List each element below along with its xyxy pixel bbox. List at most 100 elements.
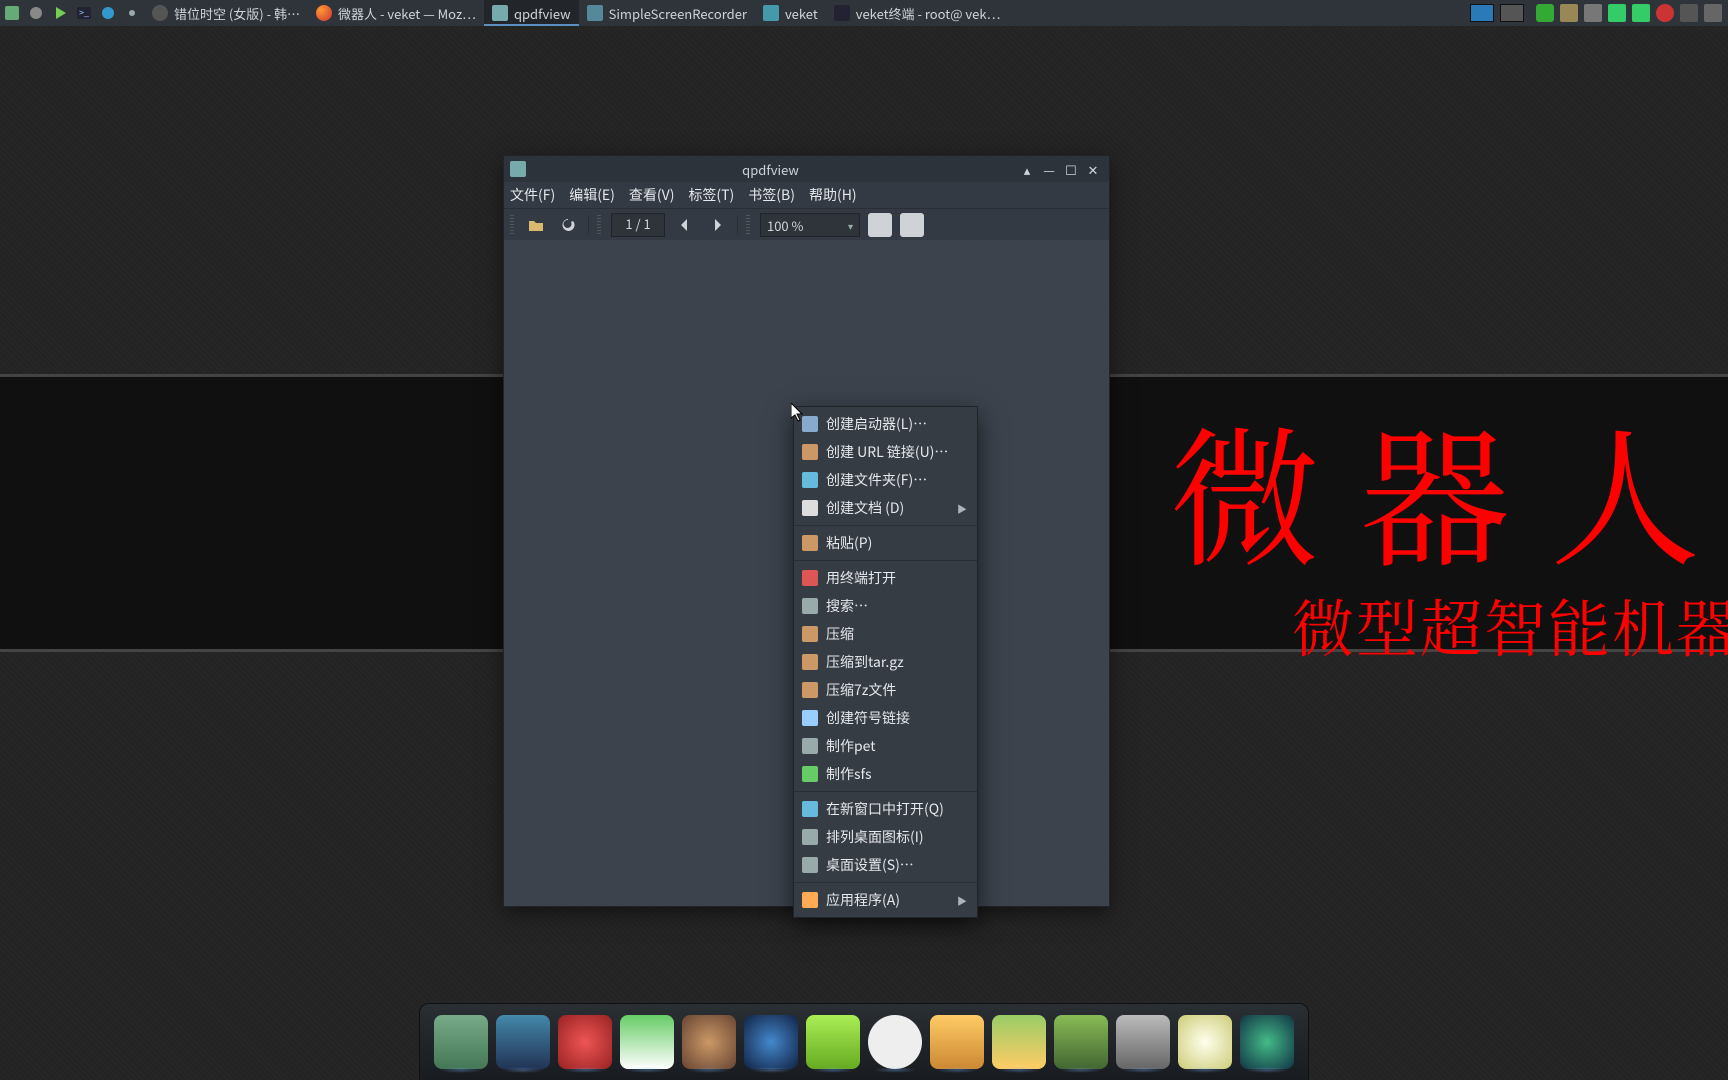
apps-icon: [802, 892, 818, 908]
task-filemanager[interactable]: veket: [755, 0, 826, 26]
ctx-folder[interactable]: 创建文件夹(F)…: [794, 466, 977, 494]
maximize-button[interactable]: ☐: [1061, 159, 1081, 179]
dock-tux[interactable]: [868, 1015, 922, 1069]
desktop-context-menu: 创建启动器(L)… 创建 URL 链接(U)…创建文件夹(F)…创建文档 (D)▶…: [793, 406, 978, 918]
toolbar-grip[interactable]: [746, 215, 750, 235]
toolbar-grip[interactable]: [510, 215, 514, 235]
ctx-link[interactable]: 创建 URL 链接(U)…: [794, 438, 977, 466]
dock-paint[interactable]: [620, 1015, 674, 1069]
firefox-icon: [316, 5, 332, 21]
ctx-separator: [794, 560, 977, 561]
task-music[interactable]: 错位时空 (女版) - 韩…: [144, 0, 308, 26]
open-button[interactable]: [524, 213, 548, 237]
task-firefox[interactable]: 微器人 - veket — Moz…: [308, 0, 484, 26]
prev-page-button[interactable]: [673, 213, 697, 237]
dock-brightness[interactable]: [1178, 1015, 1232, 1069]
clipboard-icon[interactable]: [1560, 4, 1578, 22]
ctx-label: 桌面设置(S)…: [826, 855, 914, 875]
ctx-launcher[interactable]: 创建启动器(L)…: [794, 410, 977, 438]
task-qpdfview[interactable]: qpdfview: [484, 0, 579, 26]
task-ssr[interactable]: SimpleScreenRecorder: [579, 0, 755, 26]
battery-icon[interactable]: [1632, 4, 1650, 22]
menu-tabs[interactable]: 标签(T): [688, 185, 734, 205]
panel-launcher-apps[interactable]: [1, 2, 23, 24]
dock-office[interactable]: [992, 1015, 1046, 1069]
ctx-label: 创建文档 (D): [826, 498, 904, 518]
ctx-label: 制作sfs: [826, 764, 872, 784]
ctx-label: 在新窗口中打开(Q): [826, 799, 944, 819]
lang-icon[interactable]: [1680, 4, 1698, 22]
zoom-select[interactable]: 100 %▾: [760, 213, 860, 237]
menu-edit[interactable]: 编辑(E): [569, 185, 615, 205]
ctx-term[interactable]: 用终端打开: [794, 564, 977, 592]
task-terminal[interactable]: veket终端 - root@ vek…: [826, 0, 1009, 26]
menu-file[interactable]: 文件(F): [510, 185, 555, 205]
ctx-sfs[interactable]: 制作sfs: [794, 760, 977, 788]
ctx-targz[interactable]: 压缩到tar.gz: [794, 648, 977, 676]
ctx-apps[interactable]: 应用程序(A)▶: [794, 886, 977, 914]
close-button[interactable]: ✕: [1083, 159, 1103, 179]
page-input[interactable]: 1 / 1: [611, 213, 665, 237]
dock: [419, 1003, 1309, 1080]
task-label: SimpleScreenRecorder: [609, 4, 747, 23]
ctx-label: 粘贴(P): [826, 533, 872, 553]
ctx-separator: [794, 525, 977, 526]
shield-icon[interactable]: [1536, 4, 1554, 22]
dock-audio[interactable]: [744, 1015, 798, 1069]
7z-icon: [802, 682, 818, 698]
ctx-search[interactable]: 搜索…: [794, 592, 977, 620]
folder-icon: [763, 5, 779, 21]
ctx-pack[interactable]: 压缩: [794, 620, 977, 648]
ctx-label: 压缩到tar.gz: [826, 652, 904, 672]
ctx-pet[interactable]: 制作pet: [794, 732, 977, 760]
ctx-sort[interactable]: 排列桌面图标(I): [794, 823, 977, 851]
menu-help[interactable]: 帮助(H): [809, 185, 857, 205]
panel-launcher-terminal[interactable]: >_: [73, 2, 95, 24]
dock-strawberry[interactable]: [558, 1015, 612, 1069]
next-page-button[interactable]: [705, 213, 729, 237]
dock-camera[interactable]: [1240, 1015, 1294, 1069]
dock-files[interactable]: [434, 1015, 488, 1069]
ctx-paste[interactable]: 粘贴(P): [794, 529, 977, 557]
dock-gimp[interactable]: [682, 1015, 736, 1069]
task-label: 微器人 - veket — Moz…: [338, 4, 476, 23]
recorder-icon: [587, 5, 603, 21]
ctx-doc[interactable]: 创建文档 (D)▶: [794, 494, 977, 522]
dock-display[interactable]: [496, 1015, 550, 1069]
ctx-symlink[interactable]: 创建符号链接: [794, 704, 977, 732]
panel-launcher-play[interactable]: [49, 2, 71, 24]
panel-launcher-web[interactable]: [97, 2, 119, 24]
launcher-icon: [802, 416, 818, 432]
keyboard-icon[interactable]: [1704, 4, 1722, 22]
paste-icon: [802, 535, 818, 551]
shade-button[interactable]: ▴: [1017, 159, 1037, 179]
fit-page-button[interactable]: [900, 213, 924, 237]
toolbar-grip[interactable]: [597, 215, 601, 235]
ctx-label: 创建符号链接: [826, 708, 910, 728]
pdf-icon: [492, 5, 508, 21]
ctx-label: 搜索…: [826, 596, 868, 616]
dock-folder[interactable]: [930, 1015, 984, 1069]
volume-icon[interactable]: [1584, 4, 1602, 22]
dock-disk[interactable]: [1116, 1015, 1170, 1069]
record-icon[interactable]: [1656, 4, 1674, 22]
menu-view[interactable]: 查看(V): [629, 185, 675, 205]
network-icon[interactable]: [1608, 4, 1626, 22]
zoom-value: 100 %: [767, 216, 804, 235]
ctx-label: 创建启动器(L)…: [826, 414, 927, 434]
workspace-switcher[interactable]: [1464, 4, 1530, 22]
terminal-icon: [834, 5, 850, 21]
fit-width-button[interactable]: [868, 213, 892, 237]
dock-chat[interactable]: [806, 1015, 860, 1069]
menu-bookmarks[interactable]: 书签(B): [748, 185, 795, 205]
panel-indicator[interactable]: [121, 2, 143, 24]
reload-button[interactable]: [556, 213, 580, 237]
ctx-7z[interactable]: 压缩7z文件: [794, 676, 977, 704]
svg-text:>_: >_: [79, 6, 89, 19]
ctx-newwin[interactable]: 在新窗口中打开(Q): [794, 795, 977, 823]
dock-help[interactable]: [1054, 1015, 1108, 1069]
minimize-button[interactable]: —: [1039, 159, 1059, 179]
panel-launcher-tools[interactable]: [25, 2, 47, 24]
titlebar[interactable]: qpdfview ▴ — ☐ ✕: [504, 156, 1109, 182]
ctx-settings[interactable]: 桌面设置(S)…: [794, 851, 977, 879]
